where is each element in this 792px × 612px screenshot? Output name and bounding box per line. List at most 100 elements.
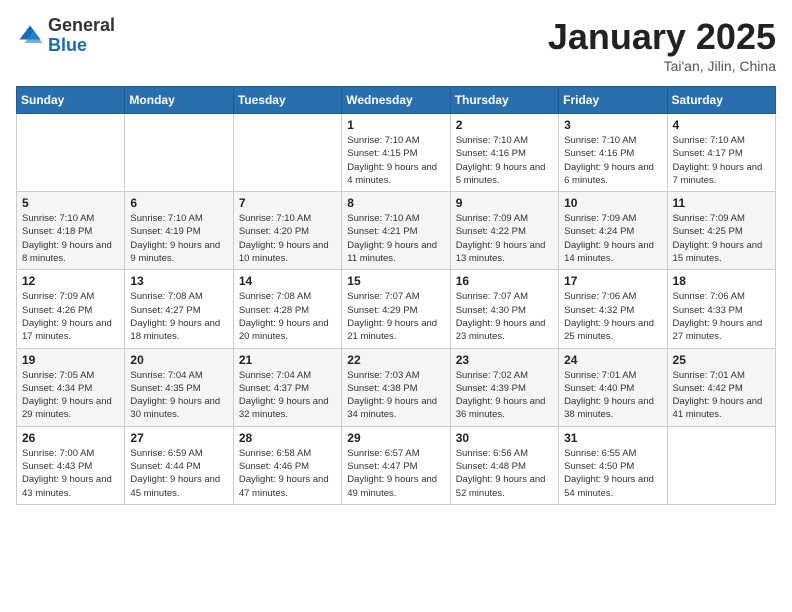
title-block: January 2025 Tai'an, Jilin, China bbox=[548, 16, 776, 74]
day-number: 31 bbox=[564, 431, 661, 445]
calendar-cell: 17 Sunrise: 7:06 AM Sunset: 4:32 PM Dayli… bbox=[559, 270, 667, 348]
day-number: 12 bbox=[22, 274, 119, 288]
calendar-cell bbox=[233, 114, 341, 192]
calendar-cell: 22Sunrise: 7:03 AM Sunset: 4:38 PM Dayli… bbox=[342, 348, 450, 426]
day-info: Sunrise: 7:01 AM Sunset: 4:40 PM Dayligh… bbox=[564, 369, 661, 422]
calendar-cell: 9 Sunrise: 7:09 AM Sunset: 4:22 PM Daylig… bbox=[450, 192, 558, 270]
day-info: Sunrise: 7:10 AM Sunset: 4:15 PM Dayligh… bbox=[347, 134, 444, 187]
weekday-header: Sunday bbox=[17, 87, 125, 114]
day-info: Sunrise: 7:05 AM Sunset: 4:34 PM Dayligh… bbox=[22, 369, 119, 422]
calendar-cell: 26Sunrise: 7:00 AM Sunset: 4:43 PM Dayli… bbox=[17, 426, 125, 504]
day-number: 13 bbox=[130, 274, 227, 288]
day-number: 24 bbox=[564, 353, 661, 367]
calendar-cell: 11Sunrise: 7:09 AM Sunset: 4:25 PM Dayli… bbox=[667, 192, 775, 270]
page-header: General Blue January 2025 Tai'an, Jilin,… bbox=[16, 16, 776, 74]
day-number: 9 bbox=[456, 196, 553, 210]
day-number: 17 bbox=[564, 274, 661, 288]
weekday-header: Monday bbox=[125, 87, 233, 114]
calendar-cell: 19 Sunrise: 7:05 AM Sunset: 4:34 PM Dayli… bbox=[17, 348, 125, 426]
weekday-header: Saturday bbox=[667, 87, 775, 114]
calendar-week-row: 26Sunrise: 7:00 AM Sunset: 4:43 PM Dayli… bbox=[17, 426, 776, 504]
day-info: Sunrise: 7:09 AM Sunset: 4:22 PM Dayligh… bbox=[456, 212, 553, 265]
day-info: Sunrise: 7:07 AM Sunset: 4:29 PM Dayligh… bbox=[347, 290, 444, 343]
day-info: Sunrise: 6:55 AM Sunset: 4:50 PM Dayligh… bbox=[564, 447, 661, 500]
day-info: Sunrise: 7:00 AM Sunset: 4:43 PM Dayligh… bbox=[22, 447, 119, 500]
day-info: Sunrise: 7:10 AM Sunset: 4:17 PM Dayligh… bbox=[673, 134, 770, 187]
calendar-cell: 12 Sunrise: 7:09 AM Sunset: 4:26 PM Dayli… bbox=[17, 270, 125, 348]
logo-blue: Blue bbox=[48, 36, 115, 56]
day-number: 22 bbox=[347, 353, 444, 367]
calendar-cell: 27Sunrise: 6:59 AM Sunset: 4:44 PM Dayli… bbox=[125, 426, 233, 504]
day-info: Sunrise: 7:10 AM Sunset: 4:19 PM Dayligh… bbox=[130, 212, 227, 265]
calendar-week-row: 19 Sunrise: 7:05 AM Sunset: 4:34 PM Dayli… bbox=[17, 348, 776, 426]
calendar-cell: 24 Sunrise: 7:01 AM Sunset: 4:40 PM Dayli… bbox=[559, 348, 667, 426]
calendar-cell: 5 Sunrise: 7:10 AM Sunset: 4:18 PM Daylig… bbox=[17, 192, 125, 270]
day-number: 2 bbox=[456, 118, 553, 132]
day-info: Sunrise: 7:04 AM Sunset: 4:35 PM Dayligh… bbox=[130, 369, 227, 422]
day-number: 25 bbox=[673, 353, 770, 367]
calendar-week-row: 5 Sunrise: 7:10 AM Sunset: 4:18 PM Daylig… bbox=[17, 192, 776, 270]
day-info: Sunrise: 7:08 AM Sunset: 4:28 PM Dayligh… bbox=[239, 290, 336, 343]
day-info: Sunrise: 7:06 AM Sunset: 4:33 PM Dayligh… bbox=[673, 290, 770, 343]
calendar-cell: 28 Sunrise: 6:58 AM Sunset: 4:46 PM Dayli… bbox=[233, 426, 341, 504]
day-number: 27 bbox=[130, 431, 227, 445]
day-number: 20 bbox=[130, 353, 227, 367]
calendar-cell: 25 Sunrise: 7:01 AM Sunset: 4:42 PM Dayli… bbox=[667, 348, 775, 426]
calendar-cell: 10Sunrise: 7:09 AM Sunset: 4:24 PM Dayli… bbox=[559, 192, 667, 270]
day-number: 3 bbox=[564, 118, 661, 132]
day-info: Sunrise: 7:08 AM Sunset: 4:27 PM Dayligh… bbox=[130, 290, 227, 343]
day-number: 28 bbox=[239, 431, 336, 445]
day-number: 19 bbox=[22, 353, 119, 367]
calendar-cell: 3 Sunrise: 7:10 AM Sunset: 4:16 PM Daylig… bbox=[559, 114, 667, 192]
day-info: Sunrise: 6:56 AM Sunset: 4:48 PM Dayligh… bbox=[456, 447, 553, 500]
weekday-header: Wednesday bbox=[342, 87, 450, 114]
calendar-cell: 7Sunrise: 7:10 AM Sunset: 4:20 PM Daylig… bbox=[233, 192, 341, 270]
calendar-cell bbox=[125, 114, 233, 192]
calendar-week-row: 12 Sunrise: 7:09 AM Sunset: 4:26 PM Dayli… bbox=[17, 270, 776, 348]
logo-icon bbox=[16, 22, 44, 50]
day-info: Sunrise: 7:10 AM Sunset: 4:21 PM Dayligh… bbox=[347, 212, 444, 265]
calendar-cell: 2Sunrise: 7:10 AM Sunset: 4:16 PM Daylig… bbox=[450, 114, 558, 192]
calendar-cell: 29Sunrise: 6:57 AM Sunset: 4:47 PM Dayli… bbox=[342, 426, 450, 504]
weekday-header: Thursday bbox=[450, 87, 558, 114]
day-info: Sunrise: 7:09 AM Sunset: 4:25 PM Dayligh… bbox=[673, 212, 770, 265]
day-info: Sunrise: 7:10 AM Sunset: 4:16 PM Dayligh… bbox=[564, 134, 661, 187]
day-info: Sunrise: 7:07 AM Sunset: 4:30 PM Dayligh… bbox=[456, 290, 553, 343]
calendar-cell: 31 Sunrise: 6:55 AM Sunset: 4:50 PM Dayli… bbox=[559, 426, 667, 504]
calendar-cell: 8 Sunrise: 7:10 AM Sunset: 4:21 PM Daylig… bbox=[342, 192, 450, 270]
day-number: 29 bbox=[347, 431, 444, 445]
calendar-cell: 18 Sunrise: 7:06 AM Sunset: 4:33 PM Dayli… bbox=[667, 270, 775, 348]
day-info: Sunrise: 7:09 AM Sunset: 4:26 PM Dayligh… bbox=[22, 290, 119, 343]
day-number: 5 bbox=[22, 196, 119, 210]
weekday-row: SundayMondayTuesdayWednesdayThursdayFrid… bbox=[17, 87, 776, 114]
calendar-cell: 30 Sunrise: 6:56 AM Sunset: 4:48 PM Dayli… bbox=[450, 426, 558, 504]
day-info: Sunrise: 7:04 AM Sunset: 4:37 PM Dayligh… bbox=[239, 369, 336, 422]
calendar-header: SundayMondayTuesdayWednesdayThursdayFrid… bbox=[17, 87, 776, 114]
calendar-cell: 13 Sunrise: 7:08 AM Sunset: 4:27 PM Dayli… bbox=[125, 270, 233, 348]
day-number: 18 bbox=[673, 274, 770, 288]
calendar-cell bbox=[667, 426, 775, 504]
day-info: Sunrise: 7:06 AM Sunset: 4:32 PM Dayligh… bbox=[564, 290, 661, 343]
day-info: Sunrise: 7:01 AM Sunset: 4:42 PM Dayligh… bbox=[673, 369, 770, 422]
day-number: 10 bbox=[564, 196, 661, 210]
day-number: 7 bbox=[239, 196, 336, 210]
day-info: Sunrise: 7:10 AM Sunset: 4:18 PM Dayligh… bbox=[22, 212, 119, 265]
day-number: 6 bbox=[130, 196, 227, 210]
day-number: 8 bbox=[347, 196, 444, 210]
calendar-cell: 16Sunrise: 7:07 AM Sunset: 4:30 PM Dayli… bbox=[450, 270, 558, 348]
day-info: Sunrise: 6:58 AM Sunset: 4:46 PM Dayligh… bbox=[239, 447, 336, 500]
weekday-header: Friday bbox=[559, 87, 667, 114]
calendar-cell: 6 Sunrise: 7:10 AM Sunset: 4:19 PM Daylig… bbox=[125, 192, 233, 270]
logo: General Blue bbox=[16, 16, 115, 56]
logo-text: General Blue bbox=[48, 16, 115, 56]
day-number: 15 bbox=[347, 274, 444, 288]
calendar-cell: 14Sunrise: 7:08 AM Sunset: 4:28 PM Dayli… bbox=[233, 270, 341, 348]
calendar-cell: 15 Sunrise: 7:07 AM Sunset: 4:29 PM Dayli… bbox=[342, 270, 450, 348]
day-number: 4 bbox=[673, 118, 770, 132]
calendar-cell: 23Sunrise: 7:02 AM Sunset: 4:39 PM Dayli… bbox=[450, 348, 558, 426]
month-title: January 2025 bbox=[548, 16, 776, 58]
calendar-cell bbox=[17, 114, 125, 192]
day-number: 30 bbox=[456, 431, 553, 445]
calendar-week-row: 1Sunrise: 7:10 AM Sunset: 4:15 PM Daylig… bbox=[17, 114, 776, 192]
location: Tai'an, Jilin, China bbox=[548, 58, 776, 74]
